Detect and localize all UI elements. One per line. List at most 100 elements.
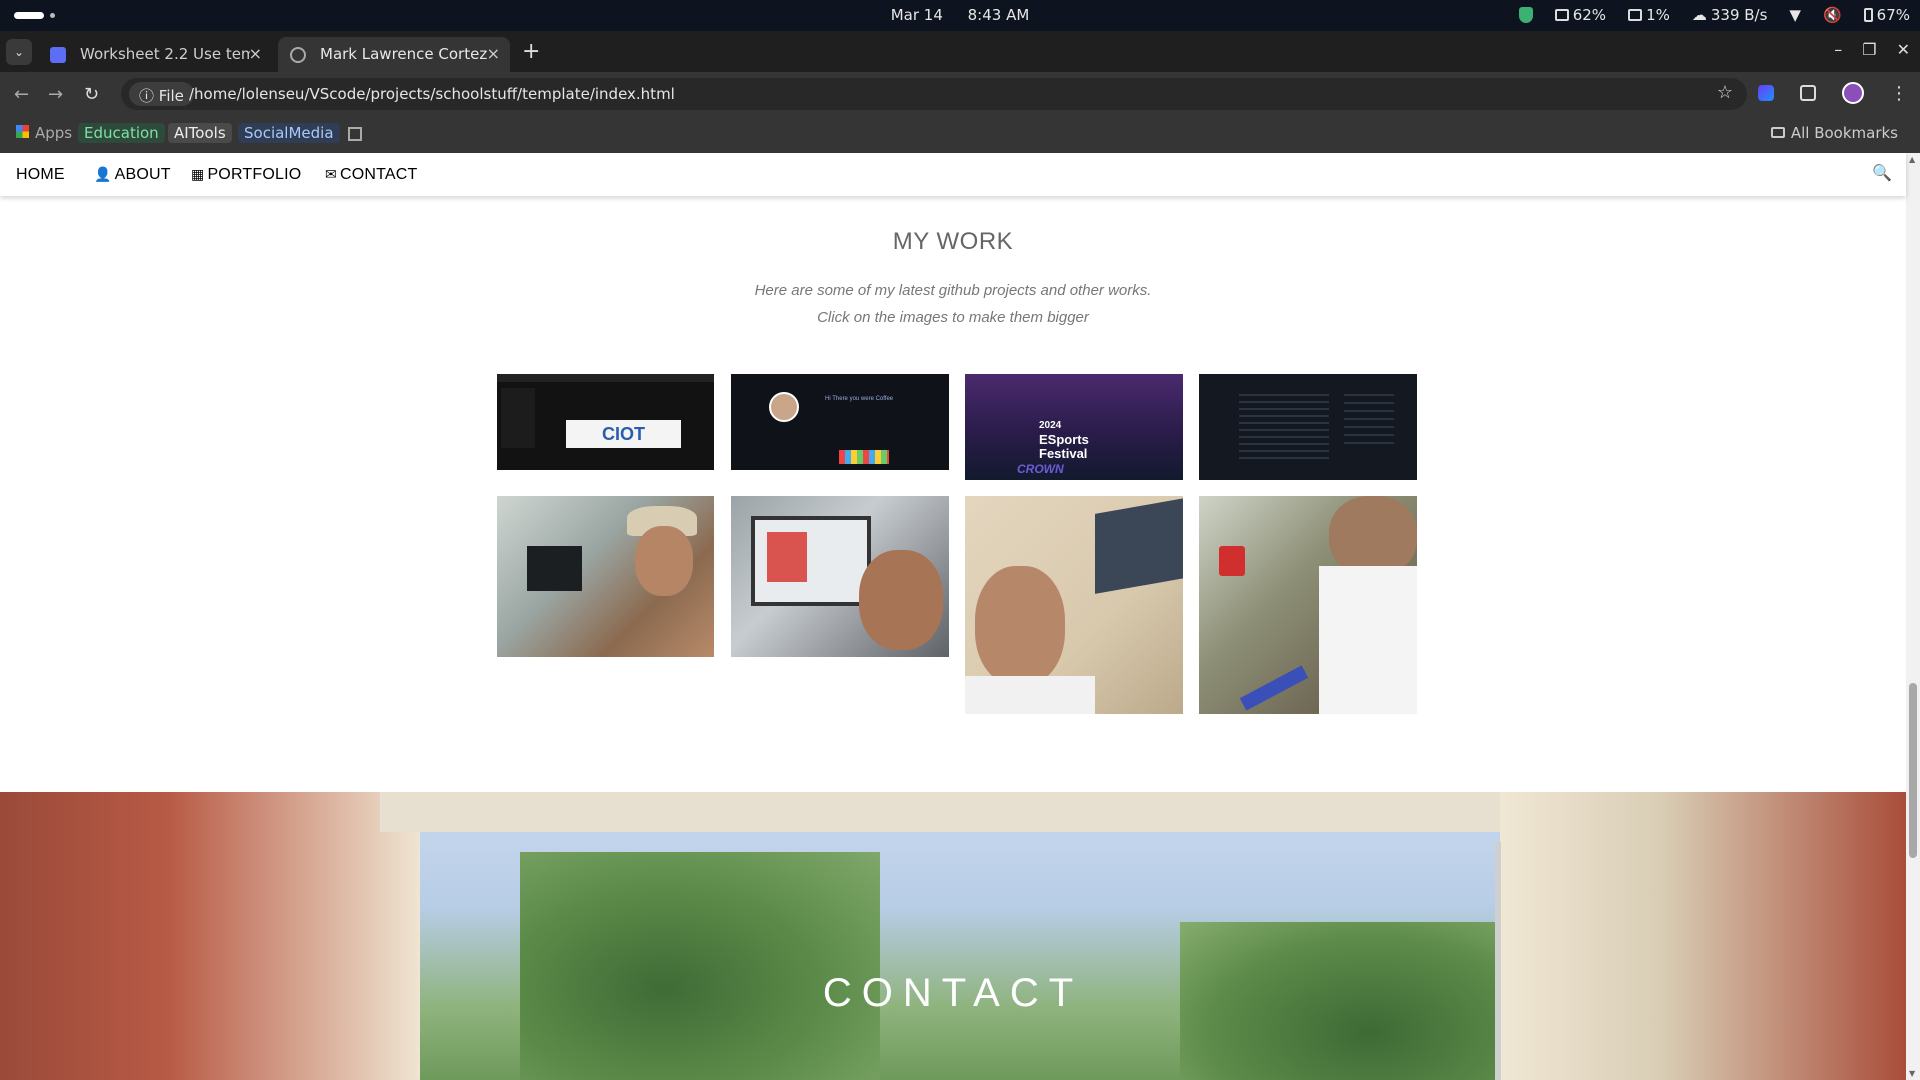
- nav-contact[interactable]: ✉ CONTACT: [325, 166, 417, 184]
- wifi-icon[interactable]: ▼: [1789, 6, 1801, 24]
- esports-year: 2024: [1039, 420, 1062, 431]
- tab-search-button[interactable]: ⌄: [6, 39, 32, 65]
- cpu-value: 62%: [1572, 6, 1607, 24]
- new-tab-button[interactable]: +: [522, 39, 540, 64]
- monitor-shape: [527, 546, 582, 591]
- tech-icons: [839, 450, 889, 464]
- portfolio-subtitle-1: Here are some of my latest github projec…: [754, 282, 1152, 299]
- back-icon[interactable]: ←: [14, 84, 29, 105]
- apps-label: Apps: [35, 124, 73, 142]
- bookmark-apps[interactable]: Apps: [10, 123, 78, 143]
- face-shape: [975, 566, 1065, 686]
- portfolio-thumb-esports[interactable]: 2024 ESports Festival CROWN: [965, 374, 1183, 480]
- portfolio-thumb-profile[interactable]: Hi There you were Coffee: [731, 374, 949, 470]
- esports-title-1: ESports: [1039, 432, 1089, 447]
- tab-groups-icon[interactable]: [348, 127, 362, 141]
- os-top-bar: Mar 14 8:43 AM 62% 1% ☁ 339 B/s ▼ 🔇 67%: [0, 0, 1920, 31]
- bookmark-education[interactable]: Education: [78, 123, 165, 143]
- utility-pole: [1495, 842, 1501, 1080]
- thumb-sidebar: [501, 388, 535, 448]
- all-bookmarks[interactable]: All Bookmarks: [1765, 123, 1904, 143]
- nav-home[interactable]: HOME: [16, 166, 65, 184]
- tab-worksheet[interactable]: Worksheet 2.2 Use temp ×: [38, 37, 272, 72]
- close-icon[interactable]: ×: [249, 44, 262, 63]
- portfolio-thumb-notes[interactable]: [1199, 374, 1417, 480]
- battery-value: 67%: [1876, 6, 1910, 24]
- window-controls: – ❐ ✕: [1834, 40, 1910, 59]
- globe-favicon-icon: [290, 47, 306, 63]
- all-bookmarks-label: All Bookmarks: [1790, 124, 1898, 142]
- disk-indicator[interactable]: 1%: [1628, 6, 1670, 24]
- portfolio-title: MY WORK: [892, 228, 1014, 255]
- url-text[interactable]: /home/lolenseu/VScode/projects/schoolstu…: [189, 85, 675, 103]
- search-icon[interactable]: 🔍: [1872, 163, 1892, 183]
- battery-icon: [1863, 8, 1873, 22]
- portfolio-thumb-photo-3[interactable]: [965, 496, 1183, 714]
- minimize-icon[interactable]: –: [1834, 40, 1842, 59]
- page-scrollbar[interactable]: ▲ ▼: [1906, 153, 1920, 1080]
- portfolio-thumb-iot[interactable]: CIOT: [497, 374, 714, 470]
- tab-strip: ⌄ Worksheet 2.2 Use temp × Mark Lawrence…: [0, 31, 1920, 72]
- network-indicator[interactable]: ☁ 339 B/s: [1692, 6, 1768, 24]
- face-shape: [859, 550, 943, 650]
- portfolio-thumb-photo-2[interactable]: [731, 496, 949, 657]
- face-shape: [1329, 496, 1417, 576]
- cpu-indicator[interactable]: 62%: [1554, 6, 1607, 24]
- address-bar[interactable]: ⓘ File /home/lolenseu/VScode/projects/sc…: [121, 78, 1747, 110]
- scroll-down-icon[interactable]: ▼: [1909, 1069, 1915, 1078]
- portfolio-subtitle-2: Click on the images to make them bigger: [817, 309, 1089, 326]
- tab-portfolio[interactable]: Mark Lawrence Cortez ×: [278, 37, 510, 72]
- close-icon[interactable]: ×: [487, 44, 500, 63]
- esports-title-2: Festival: [1039, 446, 1088, 461]
- bookmark-socialmedia[interactable]: SocialMedia: [238, 123, 340, 143]
- thumb-text-lines: [1239, 394, 1329, 464]
- left-pillar: [0, 792, 420, 1080]
- nav-portfolio[interactable]: ▦ PORTFOLIO: [191, 166, 301, 184]
- docs-favicon-icon: [50, 47, 66, 63]
- trees-left: [520, 852, 880, 1080]
- thumb-topbar: [497, 374, 714, 382]
- envelope-icon: ✉: [325, 166, 337, 182]
- menu-kebab-icon[interactable]: ⋮: [1890, 83, 1908, 104]
- bucket-shape: [1219, 546, 1245, 576]
- battery-indicator[interactable]: 67%: [1863, 6, 1910, 24]
- extensions-puzzle-icon[interactable]: [1800, 85, 1816, 101]
- scroll-up-icon[interactable]: ▲: [1909, 155, 1915, 164]
- info-icon: ⓘ: [139, 87, 159, 105]
- nav-about[interactable]: 👤 ABOUT: [94, 166, 171, 184]
- scrollbar-thumb[interactable]: [1909, 683, 1917, 858]
- tab-title: Mark Lawrence Cortez: [320, 45, 488, 63]
- shirt-shape: [965, 676, 1095, 714]
- shield-icon[interactable]: [1518, 7, 1533, 23]
- portfolio-thumb-photo-4[interactable]: [1199, 496, 1417, 714]
- browser-toolbar: ← → ↻ ⓘ File /home/lolenseu/VScode/proje…: [0, 72, 1920, 116]
- nav-contact-label: CONTACT: [339, 166, 418, 183]
- contact-section-title: CONTACT: [822, 971, 1084, 1015]
- page-content: MY WORK Here are some of my latest githu…: [0, 196, 1906, 1080]
- bookmark-star-icon[interactable]: ☆: [1717, 82, 1733, 103]
- forward-icon[interactable]: →: [48, 84, 63, 105]
- nav-portfolio-label: PORTFOLIO: [207, 166, 302, 183]
- toolbar-actions: ⋮: [1758, 82, 1908, 104]
- disk-icon: [1628, 9, 1643, 21]
- gate-arch: [380, 792, 1560, 832]
- cpu-icon: [1554, 9, 1569, 21]
- reload-icon[interactable]: ↻: [84, 84, 99, 105]
- profile-avatar-icon[interactable]: [1842, 82, 1864, 104]
- extension-icon[interactable]: [1758, 85, 1774, 101]
- close-window-icon[interactable]: ✕: [1897, 40, 1910, 59]
- site-info-chip[interactable]: ⓘ File: [129, 82, 194, 106]
- site-navbar: HOME 👤 ABOUT ▦ PORTFOLIO ✉ CONTACT 🔍: [0, 153, 1906, 196]
- volume-muted-icon[interactable]: 🔇: [1823, 6, 1842, 24]
- bookmarks-bar: Apps Education AITools SocialMedia All B…: [0, 116, 1920, 153]
- broom-shape: [1239, 665, 1309, 711]
- shirt-shape: [1319, 566, 1417, 714]
- esports-brand: CROWN: [1017, 462, 1064, 476]
- bookmark-aitools[interactable]: AITools: [168, 123, 232, 143]
- screen: Mar 14 8:43 AM 62% 1% ☁ 339 B/s ▼ 🔇 67%: [0, 0, 1920, 1080]
- portfolio-thumb-photo-1[interactable]: [497, 496, 714, 657]
- disk-value: 1%: [1646, 6, 1670, 24]
- right-pillar: [1500, 792, 1906, 1080]
- restore-icon[interactable]: ❐: [1862, 40, 1876, 59]
- time-label: 8:43 AM: [967, 6, 1030, 24]
